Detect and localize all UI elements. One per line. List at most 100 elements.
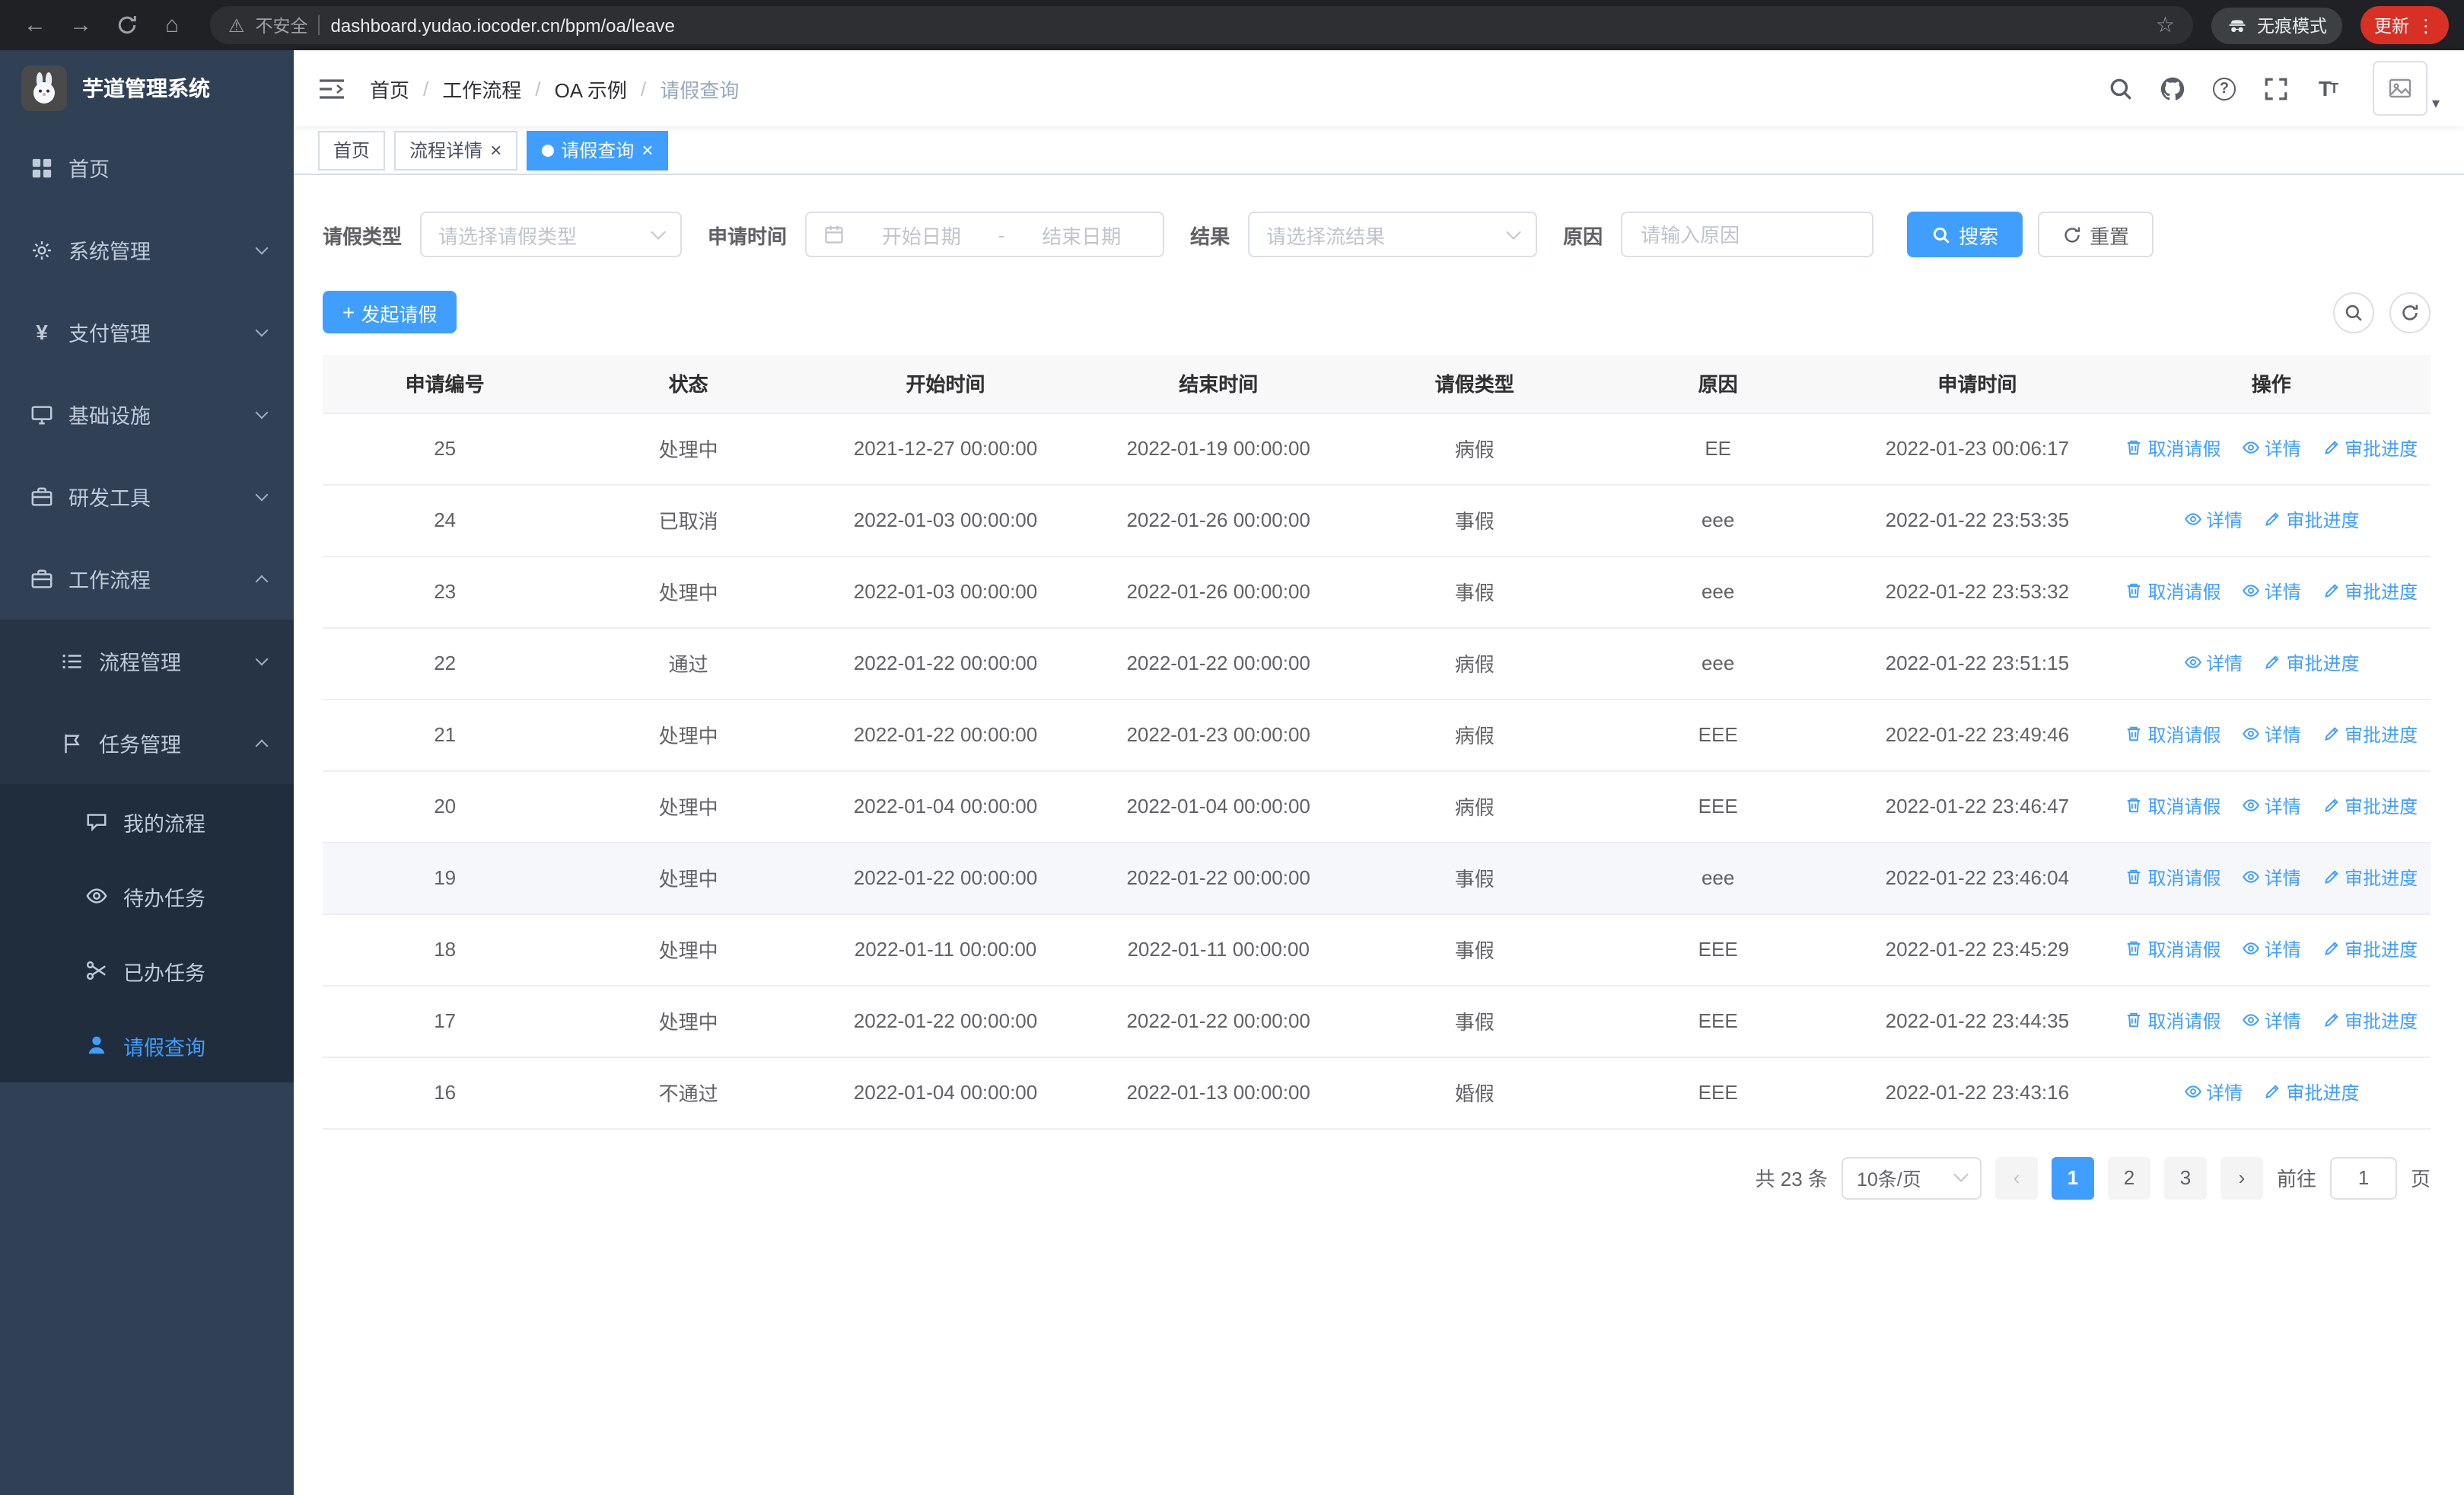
detail-link[interactable]: 详情 [2183,1079,2243,1105]
search-button[interactable]: 搜索 [1907,212,2023,257]
help-icon[interactable]: ? [2211,75,2237,101]
browser-refresh-icon[interactable] [107,5,146,45]
cell-status: 处理中 [567,985,810,1057]
sidebar-item-payment[interactable]: ¥ 支付管理 [0,291,294,373]
cell-apply-id: 23 [323,556,568,628]
cell-reason: EEE [1593,699,1843,771]
tab-leave-query[interactable]: 请假查询 × [526,130,669,170]
url-text[interactable]: dashboard.yudao.iocoder.cn/bpm/oa/leave [331,14,675,36]
sidebar-item-system[interactable]: 系统管理 [0,209,294,291]
approval-progress-link[interactable]: 审批进度 [2322,865,2418,891]
goto-page-input[interactable] [2329,1156,2397,1199]
logo-image [21,65,67,111]
user-menu[interactable]: ▾ [2372,61,2440,116]
sidebar-item-done-tasks[interactable]: 已办任务 [0,933,294,1008]
sidebar-item-devtools[interactable]: 研发工具 [0,455,294,537]
detail-link[interactable]: 详情 [2242,579,2301,604]
create-leave-button[interactable]: + 发起请假 [323,291,457,333]
browser-forward-icon[interactable]: → [61,5,100,45]
sidebar-item-leave-query[interactable]: 请假查询 [0,1008,294,1082]
next-page-button[interactable]: › [2220,1156,2263,1199]
cell-reason: EEE [1593,1057,1843,1129]
sidebar-item-process-mgmt[interactable]: 流程管理 [0,620,294,702]
leave-type-select[interactable]: 请选择请假类型 [420,212,683,257]
sidebar-item-home[interactable]: 首页 [0,126,294,209]
address-bar[interactable]: ⚠ 不安全 dashboard.yudao.iocoder.cn/bpm/oa/… [210,6,2193,44]
sidebar-item-infra[interactable]: 基础设施 [0,373,294,455]
breadcrumb-workflow[interactable]: 工作流程 [442,74,521,103]
security-warning-label[interactable]: 不安全 [256,13,308,37]
tab-home[interactable]: 首页 [318,130,386,170]
detail-link[interactable]: 详情 [2183,507,2243,533]
page-button[interactable]: 1 [2051,1156,2094,1199]
github-icon[interactable] [2160,75,2185,101]
breadcrumb-oa-example[interactable]: OA 示例 [555,74,627,103]
table-row: 25 处理中 2021-12-27 00:00:00 2022-01-19 00… [323,413,2431,485]
result-select[interactable]: 请选择流结果 [1248,212,1538,257]
cancel-leave-link[interactable]: 取消请假 [2125,936,2221,962]
cell-actions: 取消请假 详情 审批进度 [2112,556,2431,628]
approval-progress-link[interactable]: 审批进度 [2322,1008,2418,1034]
close-icon[interactable]: × [641,140,653,160]
page-button[interactable]: 3 [2163,1156,2207,1199]
fullscreen-icon[interactable] [2263,75,2289,101]
browser-home-icon[interactable]: ⌂ [152,5,192,45]
cancel-leave-link[interactable]: 取消请假 [2125,722,2221,748]
cell-reason: eee [1593,627,1843,700]
yen-icon: ¥ [36,320,48,344]
page-button[interactable]: 2 [2107,1156,2150,1199]
browser-back-icon[interactable]: ← [15,5,55,45]
search-icon[interactable] [2108,75,2134,101]
approval-progress-link[interactable]: 审批进度 [2322,936,2418,962]
detail-link[interactable]: 详情 [2242,936,2301,962]
detail-link[interactable]: 详情 [2242,1008,2301,1034]
sidebar-item-todo-tasks[interactable]: 待办任务 [0,859,294,933]
refresh-table-button[interactable] [2389,292,2431,333]
detail-link[interactable]: 详情 [2183,650,2243,676]
trash-icon [2128,584,2141,598]
sidebar-item-task-mgmt[interactable]: 任务管理 [0,702,294,784]
cell-leave-type: 婚假 [1355,1057,1594,1129]
cancel-leave-link[interactable]: 取消请假 [2125,579,2221,604]
breadcrumb-home[interactable]: 首页 [370,74,409,103]
browser-update-button[interactable]: 更新 ⋮ [2361,6,2449,44]
detail-link[interactable]: 详情 [2242,793,2301,819]
close-icon[interactable]: × [490,140,501,160]
edit-icon [2265,655,2280,670]
avatar[interactable] [2372,61,2427,116]
cancel-leave-link[interactable]: 取消请假 [2125,435,2221,461]
cancel-leave-link[interactable]: 取消请假 [2125,865,2221,891]
cancel-leave-link[interactable]: 取消请假 [2125,1008,2221,1034]
security-warning-icon: ⚠ [228,14,245,36]
scissors-icon [86,961,106,980]
start-date-placeholder: 开始日期 [881,225,961,247]
trash-icon [2128,942,2141,956]
tab-process-detail[interactable]: 流程详情 × [394,130,517,170]
page-size-select[interactable]: 10条/页 [1841,1156,1982,1199]
sidebar-item-my-processes[interactable]: 我的流程 [0,784,294,859]
sidebar-item-workflow[interactable]: 工作流程 [0,537,294,620]
browser-menu-icon[interactable]: ⋮ [2417,14,2435,36]
approval-progress-link[interactable]: 审批进度 [2322,722,2418,748]
approval-progress-link[interactable]: 审批进度 [2322,579,2418,604]
eye-icon [2242,728,2259,741]
cancel-leave-link[interactable]: 取消请假 [2125,793,2221,819]
detail-link[interactable]: 详情 [2242,435,2301,461]
approval-progress-link[interactable]: 审批进度 [2263,650,2359,676]
font-size-icon[interactable]: TT [2315,75,2341,101]
trash-icon [2128,441,2141,455]
approval-progress-link[interactable]: 审批进度 [2263,507,2359,533]
approval-progress-link[interactable]: 审批进度 [2322,793,2418,819]
reason-input[interactable] [1621,212,1874,257]
toggle-search-button[interactable] [2333,292,2374,333]
prev-page-button[interactable]: ‹ [1994,1156,2038,1199]
approval-progress-link[interactable]: 审批进度 [2263,1079,2359,1105]
apply-time-range-picker[interactable]: 开始日期 - 结束日期 [805,212,1165,257]
approval-progress-link[interactable]: 审批进度 [2322,435,2418,461]
bookmark-star-icon[interactable]: ☆ [2156,12,2175,38]
collapse-sidebar-icon[interactable] [318,73,349,104]
reset-button[interactable]: 重置 [2038,212,2154,257]
detail-link[interactable]: 详情 [2242,865,2301,891]
cell-apply-id: 16 [323,1057,568,1129]
detail-link[interactable]: 详情 [2242,722,2301,748]
